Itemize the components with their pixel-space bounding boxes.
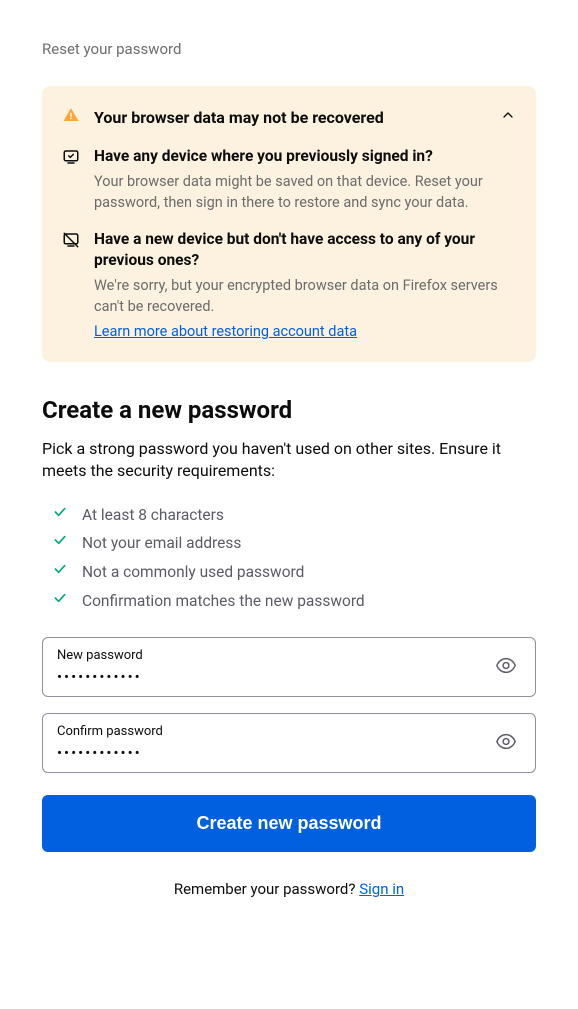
checkmark-icon [52,529,68,558]
eye-icon [495,665,517,680]
create-password-description: Pick a strong password you haven't used … [42,438,536,483]
requirement-item: Confirmation matches the new password [52,587,536,616]
checkmark-icon [52,558,68,587]
sign-in-link[interactable]: Sign in [359,880,404,898]
warning-heading: Your browser data may not be recovered [94,108,486,127]
new-password-label: New password [57,648,483,663]
requirement-item: Not your email address [52,529,536,558]
requirement-item: Not a commonly used password [52,558,536,587]
warning-panel: Your browser data may not be recovered H… [42,86,536,362]
eye-icon [495,741,517,756]
create-password-heading: Create a new password [42,396,536,424]
checkmark-icon [52,587,68,616]
warning-section-new-device: Have a new device but don't have access … [62,229,516,340]
warning-section-title: Have a new device but don't have access … [94,229,516,271]
footer-text: Remember your password? [174,880,359,898]
warning-section-text: We're sorry, but your encrypted browser … [94,275,516,317]
warning-icon [62,106,80,128]
device-unavailable-icon [62,229,80,340]
confirm-password-label: Confirm password [57,724,483,739]
requirement-text: Not a commonly used password [82,558,304,587]
confirm-password-input[interactable] [57,744,483,762]
requirement-item: At least 8 characters [52,501,536,530]
checkmark-icon [52,501,68,530]
requirement-text: Not your email address [82,529,241,558]
password-requirements-list: At least 8 characters Not your email add… [42,501,536,616]
warning-section-text: Your browser data might be saved on that… [94,171,516,213]
device-check-icon [62,146,80,213]
learn-more-link[interactable]: Learn more about restoring account data [94,323,357,340]
toggle-visibility-button[interactable] [491,651,521,684]
warning-header[interactable]: Your browser data may not be recovered [62,106,516,128]
page-title: Reset your password [42,40,536,58]
requirement-text: Confirmation matches the new password [82,587,365,616]
confirm-password-wrapper: Confirm password [42,713,536,773]
new-password-input[interactable] [57,668,483,686]
create-password-button[interactable]: Create new password [42,795,536,852]
toggle-visibility-button[interactable] [491,727,521,760]
warning-section-title: Have any device where you previously sig… [94,146,516,167]
requirement-text: At least 8 characters [82,501,224,530]
footer: Remember your password? Sign in [42,880,536,898]
warning-section-existing-device: Have any device where you previously sig… [62,146,516,213]
new-password-wrapper: New password [42,637,536,697]
chevron-up-icon[interactable] [500,107,516,127]
